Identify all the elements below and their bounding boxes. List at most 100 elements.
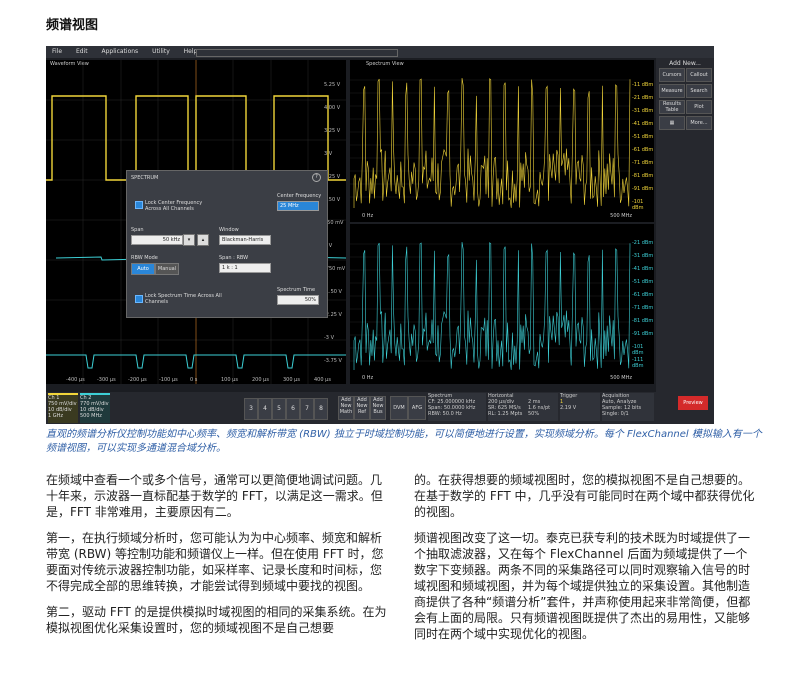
scale-tick-label: 3 V (324, 151, 333, 157)
channel-7-button[interactable]: 7 (300, 398, 314, 420)
ch1-square-wave (46, 95, 346, 181)
results-table-button[interactable]: Results Table (659, 100, 685, 114)
time-tick-label: -200 μs (128, 377, 147, 383)
lock-center-label: Lock Center Frequency Across All Channel… (145, 200, 203, 212)
scale-tick-label: -81 dBm (632, 318, 654, 324)
add-bus-button[interactable]: Add New Bus (370, 396, 386, 420)
measure-button[interactable]: Measure (659, 84, 685, 98)
more-button[interactable]: More... (686, 116, 712, 130)
spectrum-view-ch1[interactable]: Spectrum View -11 dBm -21 dBm -31 dBm -41 d… (350, 60, 654, 222)
channel-4-button[interactable]: 4 (258, 398, 272, 420)
span-rbw-label: Span : RBW (219, 255, 249, 261)
lock-center-checkbox[interactable] (135, 201, 143, 209)
scale-tick-label: -101 dBm (632, 344, 644, 356)
time-tick-label: -100 μs (159, 377, 178, 383)
center-frequency-label: Center Frequency (277, 193, 322, 199)
cursors-button[interactable]: Cursors (659, 68, 685, 82)
scale-tick-label: -81 dBm (632, 173, 654, 179)
center-frequency-input[interactable]: 25 MHz (277, 201, 319, 211)
channel-3-button[interactable]: 3 (244, 398, 258, 420)
menu-applications[interactable]: Applications (102, 48, 139, 55)
spectrum-time-input[interactable]: 50% (277, 295, 319, 305)
add-new-title: Add New... (669, 60, 701, 67)
channel-2-badge[interactable]: Ch 2 770 mV/div 10 dB/div 500 MHz (80, 393, 110, 423)
scale-tick-label: 3.25 V (324, 128, 341, 134)
spectrum-panel[interactable]: Spectrum CF: 25.000000 kHz Span: 50.0000… (428, 393, 486, 421)
span-up-button[interactable]: ▴ (197, 234, 209, 246)
horizontal-rl: RL: 1.25 Mpts (488, 411, 523, 417)
scale-tick-label: -91 dBm (632, 186, 654, 192)
trigger-panel[interactable]: Trigger 1 2.19 V (560, 393, 600, 421)
horizontal-panel[interactable]: Horizontal 200 μs/div SR: 625 MS/s RL: 1… (488, 393, 558, 421)
span-label: Span (131, 227, 144, 233)
acquisition-panel[interactable]: Acquisition Auto, Analyze Sample: 12 bit… (602, 393, 654, 421)
add-new-panel: Add New... Cursors Callout Measure Searc… (656, 58, 714, 398)
scale-tick-label: -61 dBm (632, 292, 654, 298)
time-tick-label: -400 μs (66, 377, 85, 383)
paragraph: 第一，在执行频域分析时，您可能认为为中心频率、频宽和解析带宽 (RBW) 等控制… (46, 531, 384, 593)
acquisition-single: Single: 0/1 (602, 411, 629, 417)
channel-1-badge[interactable]: Ch 1 750 mV/div 10 dB/div 1 GHz (48, 393, 78, 423)
plot-button[interactable]: Plot (686, 100, 712, 114)
menu-file[interactable]: File (52, 48, 62, 55)
dialog-title: SPECTRUM (131, 175, 159, 181)
window-select[interactable]: Blackman-Harris (219, 235, 271, 245)
scale-tick-label: -101 dBm (632, 199, 644, 211)
menu-bar: File Edit Applications Utility Help (46, 46, 714, 58)
scale-tick-label: 4.00 V (324, 105, 341, 111)
channel-6-button[interactable]: 6 (286, 398, 300, 420)
span-input[interactable]: 50 kHz (131, 235, 183, 245)
time-tick-label: 400 μs (314, 377, 331, 383)
spectrum-freq-end: 500 MHz (610, 213, 632, 219)
paragraph: 频谱视图改变了这一切。泰克已获专利的技术既为时域提供了一个抽取滤波器，又在每个 … (414, 531, 751, 641)
spectrum-trace-ch1 (350, 78, 631, 208)
spectrum-trace-ch2 (350, 242, 631, 370)
time-tick-label: 200 μs (252, 377, 269, 383)
body-column-left: 在频域中查看一个或多个信号，通常可以更简便地调试问题。几十年来，示波器一直标配基… (46, 472, 390, 646)
spectrum-view-ch2[interactable]: -21 dBm -31 dBm -41 dBm -51 dBm -61 dBm -71 d… (350, 224, 654, 384)
add-ref-button[interactable]: Add New Ref (354, 396, 370, 420)
dvm-button[interactable]: DVM (390, 396, 408, 420)
channel-8-button[interactable]: 8 (314, 398, 328, 420)
rbw-manual-button[interactable]: Manual (155, 263, 179, 275)
lock-spectrum-time-checkbox[interactable] (135, 295, 143, 303)
scale-tick-label: -21 dBm (632, 240, 654, 246)
scale-tick-label: 5.25 V (324, 82, 341, 88)
add-math-button[interactable]: Add New Math (338, 396, 354, 420)
scale-tick-label: -41 dBm (632, 121, 654, 127)
callout-button[interactable]: Callout (686, 68, 712, 82)
scale-tick-label: -91 dBm (632, 331, 654, 337)
spectrum-freq-start: 0 Hz (362, 213, 374, 219)
search-button[interactable]: Search (686, 84, 712, 98)
oscilloscope-screenshot: File Edit Applications Utility Help Wave… (46, 46, 714, 424)
spectrum-time-label: Spectrum Time (277, 287, 316, 293)
scale-tick-label: -51 dBm (632, 279, 654, 285)
scale-tick-label: -51 dBm (632, 134, 654, 140)
menu-utility[interactable]: Utility (152, 48, 170, 55)
ch1-bw: 1 GHz (48, 413, 64, 419)
rbw-auto-button[interactable]: Auto (131, 263, 155, 275)
scale-tick-label: -71 dBm (632, 305, 654, 311)
preview-button[interactable]: Preview (678, 396, 708, 410)
scale-tick-label: -71 dBm (632, 160, 654, 166)
afg-button[interactable]: AFG (408, 396, 426, 420)
scale-tick-label: -31 dBm (632, 253, 654, 259)
scale-tick-label: -3.75 V (324, 358, 342, 364)
scale-tick-label: -3 V (324, 335, 334, 341)
spectrum-line (353, 242, 631, 370)
trigger-level: 2.19 V (560, 405, 577, 411)
ch2-bw: 500 MHz (80, 413, 102, 419)
scale-tick-label: -31 dBm (632, 108, 654, 114)
menu-edit[interactable]: Edit (76, 48, 88, 55)
spectrum-settings-dialog[interactable]: SPECTRUM ? Lock Center Frequency Across … (126, 170, 328, 318)
horizontal-position: 50% (528, 411, 540, 417)
span-down-button[interactable]: ▾ (183, 234, 195, 246)
record-overview-bar[interactable] (196, 49, 398, 57)
help-icon[interactable]: ? (312, 173, 321, 182)
span-rbw-select[interactable]: 1 k : 1 (219, 263, 271, 273)
channel-5-button[interactable]: 5 (272, 398, 286, 420)
time-tick-label: 0 s (190, 377, 198, 383)
time-tick-label: -300 μs (97, 377, 116, 383)
body-column-right: 的。在获得想要的频域视图时，您的模拟视图不是自己想要的。在基于数学的 FFT 中… (414, 472, 758, 652)
grid-icon[interactable]: ▦ (659, 116, 685, 130)
